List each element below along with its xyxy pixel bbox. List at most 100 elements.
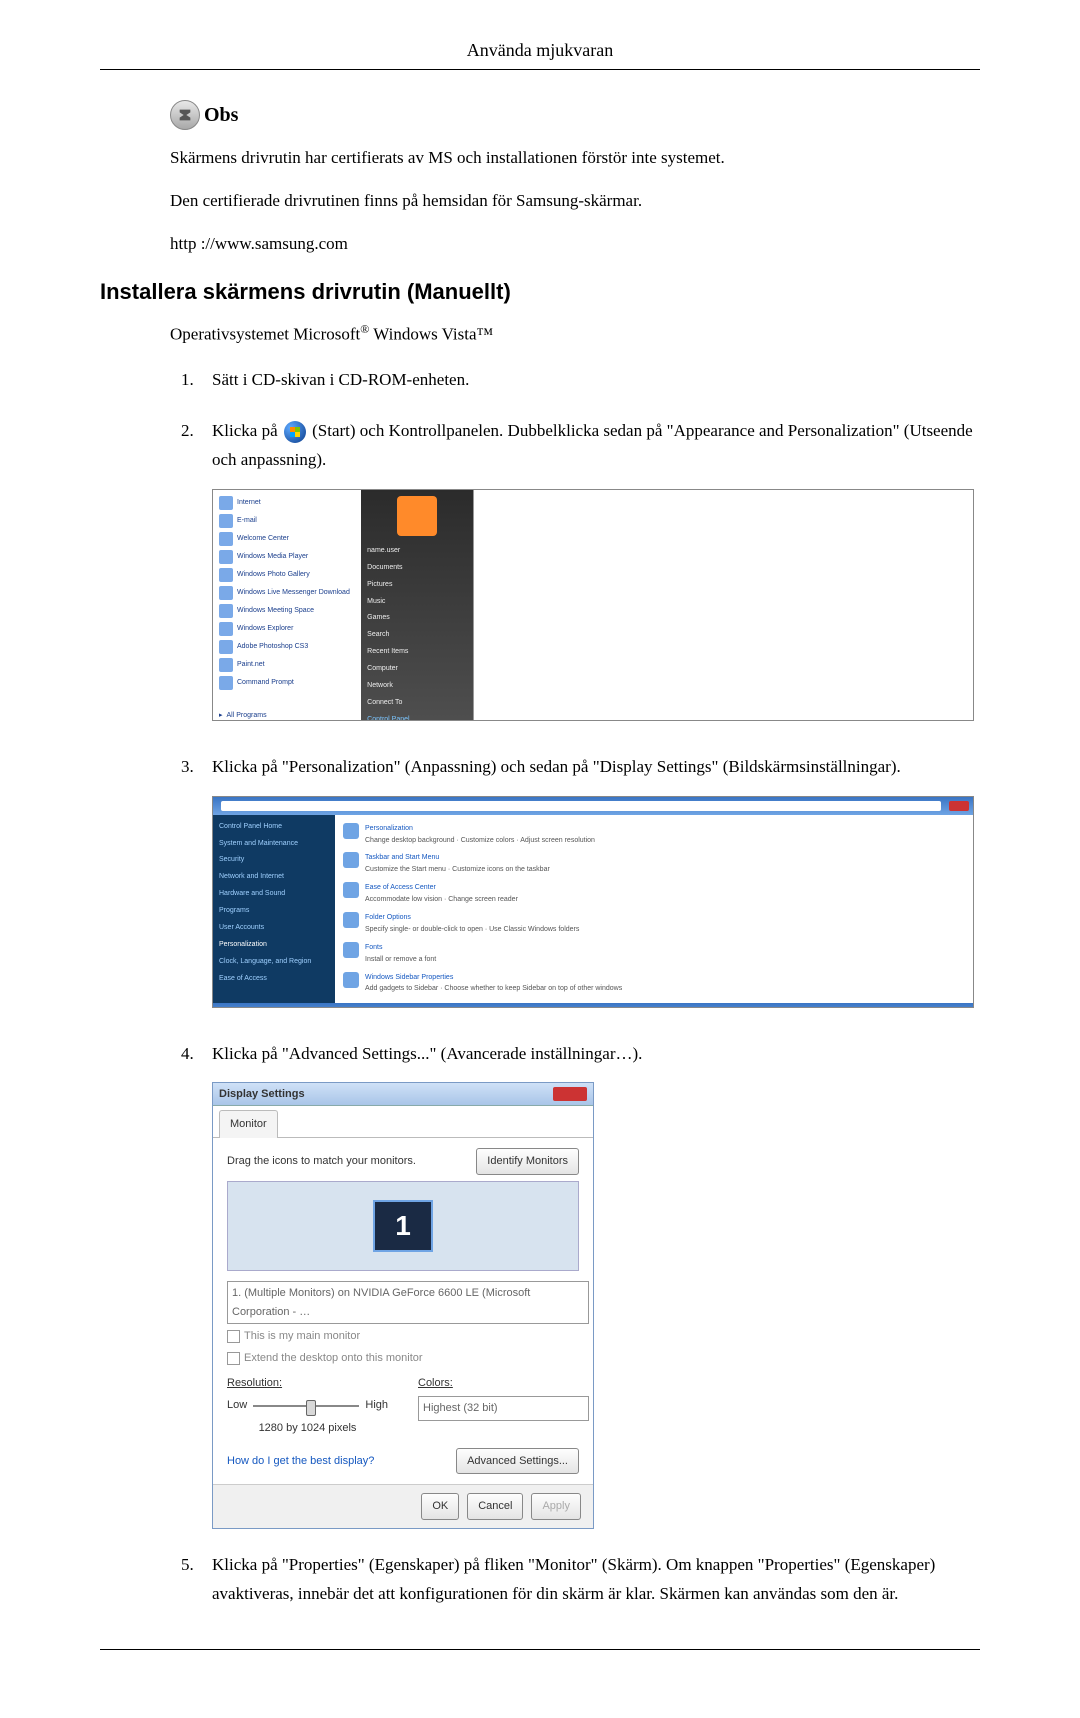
side-item-personalization[interactable]: Personalization: [219, 939, 329, 951]
side-item[interactable]: Ease of Access: [219, 973, 329, 985]
sm-all-programs[interactable]: ▸ All Programs: [219, 710, 355, 721]
sm-item[interactable]: Windows Meeting Space: [219, 604, 355, 618]
monitor-select[interactable]: 1. (Multiple Monitors) on NVIDIA GeForce…: [227, 1281, 589, 1324]
note-line-1: Skärmens drivrutin har certifierats av M…: [170, 144, 980, 173]
sm-r-item[interactable]: Connect To: [367, 697, 467, 709]
sm-r-item[interactable]: name.user: [367, 545, 467, 557]
sm-item[interactable]: Command Prompt: [219, 676, 355, 690]
start-menu-left: Internet E-mail Welcome Center Windows M…: [213, 490, 361, 721]
screenshot-start-and-control-panel: Internet E-mail Welcome Center Windows M…: [212, 489, 974, 721]
monitor-icon: [343, 823, 359, 839]
sm-item[interactable]: Adobe Photoshop CS3: [219, 640, 355, 654]
step-3-text: Klicka på "Personalization" (Anpassning)…: [212, 757, 901, 776]
start-menu: Internet E-mail Welcome Center Windows M…: [213, 490, 474, 721]
step-1-text: Sätt i CD-skivan i CD-ROM-enheten.: [212, 370, 469, 389]
step-2-text-b: (Start) och Kontrollpanelen. Dubbelklick…: [212, 421, 973, 469]
tm-mark: ™: [477, 324, 494, 343]
dialog-buttons: OK Cancel Apply: [213, 1484, 593, 1528]
figure-3: Display Settings Monitor Drag the icons …: [212, 1082, 980, 1529]
sidebar-icon: [343, 972, 359, 988]
note-line-2: Den certifierade drivrutinen finns på he…: [170, 187, 980, 216]
sm-r-item[interactable]: Games: [367, 612, 467, 624]
row-personalization[interactable]: PersonalizationChange desktop background…: [343, 823, 965, 847]
side-item[interactable]: System and Maintenance: [219, 838, 329, 850]
monitor-preview[interactable]: 1: [227, 1181, 579, 1271]
sm-r-control-panel[interactable]: Control Panel: [367, 714, 467, 721]
folder-icon: [343, 912, 359, 928]
main-monitor-checkbox[interactable]: This is my main monitor: [227, 1327, 579, 1346]
side-item[interactable]: Programs: [219, 905, 329, 917]
sm-r-item[interactable]: Computer: [367, 663, 467, 675]
start-orb-icon: [284, 421, 306, 443]
personalization-window: Tasks Change desktop icons Adjust font s…: [213, 1003, 973, 1007]
sm-r-item[interactable]: Recent Items: [367, 646, 467, 658]
side-item[interactable]: Security: [219, 854, 329, 866]
os-pre: Operativsystemet Microsoft: [170, 324, 360, 343]
list-item[interactable]: Ease of Access CenterAccommodate low vis…: [343, 882, 965, 906]
side-item[interactable]: Clock, Language, and Region: [219, 956, 329, 968]
tab-monitor[interactable]: Monitor: [219, 1110, 278, 1138]
taskbar-icon: [343, 852, 359, 868]
sm-item[interactable]: Internet: [219, 496, 355, 510]
sm-r-item[interactable]: Music: [367, 596, 467, 608]
sm-item[interactable]: Windows Media Player: [219, 550, 355, 564]
note-heading: Obs: [170, 100, 980, 130]
extend-desktop-checkbox[interactable]: Extend the desktop onto this monitor: [227, 1349, 579, 1368]
user-avatar: [397, 496, 437, 536]
step-4-text: Klicka på "Advanced Settings..." (Avance…: [212, 1044, 642, 1063]
colors-group: Colors: Highest (32 bit): [418, 1374, 579, 1438]
monitor-1-icon[interactable]: 1: [373, 1200, 433, 1252]
close-button[interactable]: [553, 1087, 587, 1101]
side-item[interactable]: Control Panel Home: [219, 821, 329, 833]
display-settings-dialog: Display Settings Monitor Drag the icons …: [212, 1082, 594, 1529]
figure-1: Internet E-mail Welcome Center Windows M…: [212, 489, 980, 731]
figure-2: Control Panel Home System and Maintenanc…: [212, 796, 980, 1018]
cancel-button[interactable]: Cancel: [467, 1493, 523, 1520]
list-item[interactable]: Windows Sidebar PropertiesAdd gadgets to…: [343, 972, 965, 996]
side-item[interactable]: Network and Internet: [219, 871, 329, 883]
sm-r-item[interactable]: Documents: [367, 562, 467, 574]
sm-r-item[interactable]: Network: [367, 680, 467, 692]
font-icon: [343, 942, 359, 958]
list-item[interactable]: FontsInstall or remove a font: [343, 942, 965, 966]
note-block: Obs Skärmens drivrutin har certifierats …: [170, 100, 980, 259]
sm-item[interactable]: E-mail: [219, 514, 355, 528]
list-item[interactable]: Folder OptionsSpecify single- or double-…: [343, 912, 965, 936]
resolution-label: Resolution:: [227, 1374, 388, 1393]
ease-icon: [343, 882, 359, 898]
note-label: Obs: [204, 104, 238, 127]
steps-list: Sätt i CD-skivan i CD-ROM-enheten. Klick…: [170, 366, 980, 1609]
start-menu-right: name.user Documents Pictures Music Games…: [361, 490, 473, 721]
apply-button[interactable]: Apply: [531, 1493, 581, 1520]
note-icon: [170, 100, 200, 130]
step-2-text-a: Klicka på: [212, 421, 282, 440]
list-item[interactable]: Taskbar and Start MenuCustomize the Star…: [343, 852, 965, 876]
sm-item[interactable]: Welcome Center: [219, 532, 355, 546]
titlebar: [213, 797, 973, 815]
sm-item[interactable]: Windows Live Messenger Download: [219, 586, 355, 600]
os-mid: Windows Vista: [369, 324, 476, 343]
colors-select[interactable]: Highest (32 bit): [418, 1396, 589, 1421]
side-item[interactable]: User Accounts: [219, 922, 329, 934]
sm-item[interactable]: Windows Photo Gallery: [219, 568, 355, 582]
side-item[interactable]: Hardware and Sound: [219, 888, 329, 900]
address-bar[interactable]: [221, 801, 941, 811]
close-button[interactable]: [949, 801, 969, 811]
step-1: Sätt i CD-skivan i CD-ROM-enheten.: [198, 366, 980, 395]
appearance-main: PersonalizationChange desktop background…: [335, 815, 973, 1004]
sm-r-item[interactable]: Pictures: [367, 579, 467, 591]
help-link[interactable]: How do I get the best display?: [227, 1452, 374, 1471]
sm-item[interactable]: Windows Explorer: [219, 622, 355, 636]
resolution-slider[interactable]: Low High: [227, 1396, 388, 1415]
sm-r-item[interactable]: Search: [367, 629, 467, 641]
drag-hint: Drag the icons to match your monitors.: [227, 1152, 416, 1171]
advanced-settings-button[interactable]: Advanced Settings...: [456, 1448, 579, 1475]
note-link[interactable]: http ://www.samsung.com: [170, 230, 980, 259]
sm-item[interactable]: Paint.net: [219, 658, 355, 672]
step-2: Klicka på (Start) och Kontrollpanelen. D…: [198, 417, 980, 731]
header-rule: [100, 69, 980, 70]
resolution-value: 1280 by 1024 pixels: [227, 1419, 388, 1438]
ok-button[interactable]: OK: [421, 1493, 459, 1520]
identify-monitors-button[interactable]: Identify Monitors: [476, 1148, 579, 1175]
step-5-text: Klicka på "Properties" (Egenskaper) på f…: [212, 1555, 935, 1603]
